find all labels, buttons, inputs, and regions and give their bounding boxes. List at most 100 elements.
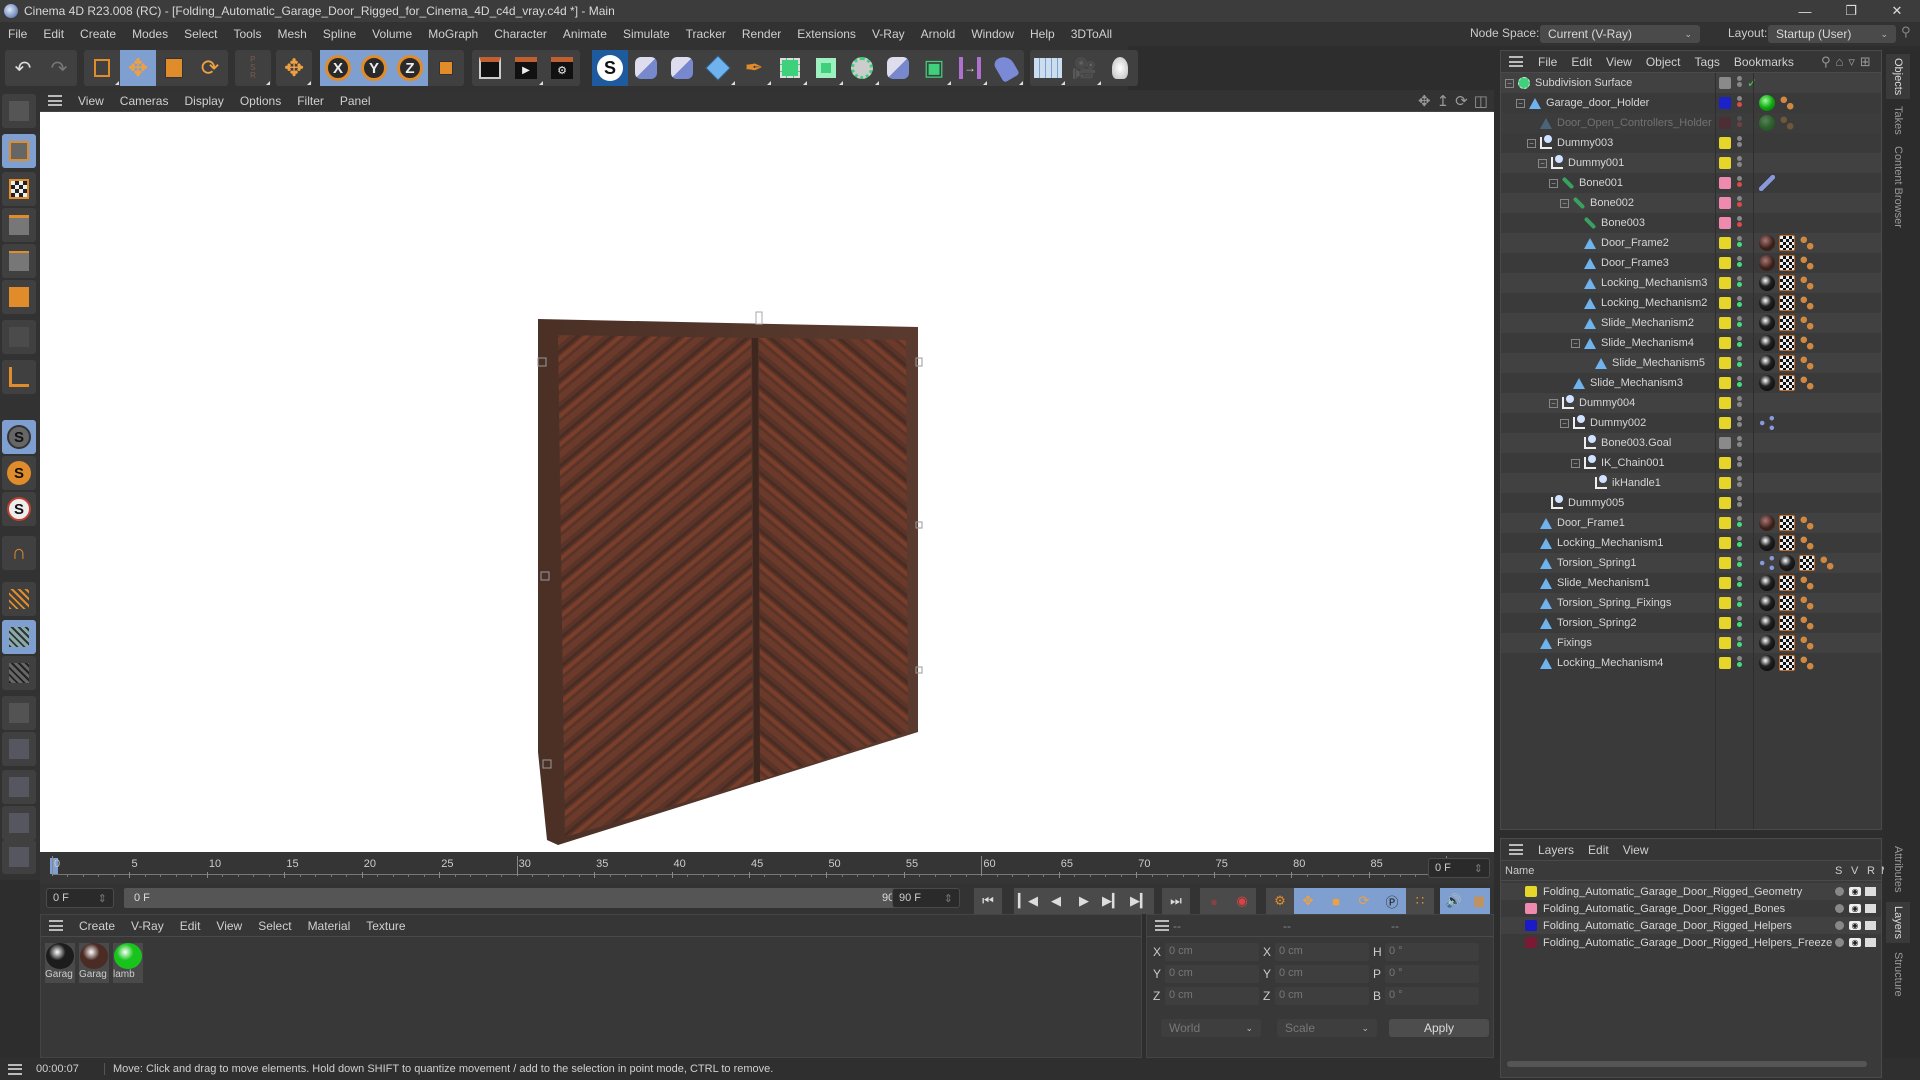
object-name[interactable]: Locking_Mechanism1	[1557, 537, 1663, 549]
x-axis-button[interactable]: X	[320, 50, 356, 86]
collapse-toggle-icon[interactable]: −	[1527, 138, 1536, 148]
checker-tag-icon[interactable]	[1779, 535, 1795, 551]
solo-toggle-icon[interactable]	[1835, 887, 1844, 896]
layer-menu-edit[interactable]: Edit	[1581, 843, 1616, 857]
material-menu-create[interactable]: Create	[71, 919, 123, 933]
3d-viewport[interactable]	[40, 112, 1494, 852]
collapse-toggle-icon[interactable]: −	[1538, 158, 1547, 168]
previous-key-button[interactable]: ▎◀	[1014, 888, 1042, 914]
layer-color-swatch[interactable]	[1719, 197, 1731, 209]
rotate-view-icon[interactable]: ⟳	[1455, 92, 1468, 110]
object-row[interactable]: Locking_Mechanism1	[1501, 533, 1881, 553]
object-row[interactable]: Slide_Mechanism2	[1501, 313, 1881, 333]
viewport-menu-options[interactable]: Options	[232, 94, 289, 108]
layer-color-swatch[interactable]	[1719, 657, 1731, 669]
coord-field[interactable]: 0 cm	[1165, 987, 1259, 1005]
layer-color-swatch[interactable]	[1719, 177, 1731, 189]
object-name[interactable]: Bone001	[1579, 177, 1623, 189]
checker-tag-icon[interactable]	[1779, 515, 1795, 531]
visibility-dots[interactable]	[1737, 655, 1743, 671]
menu-modes[interactable]: Modes	[124, 27, 176, 41]
black-mat-tag-icon[interactable]	[1759, 375, 1775, 391]
visibility-dots[interactable]	[1737, 475, 1743, 491]
layer-name[interactable]: Folding_Automatic_Garage_Door_Rigged_Geo…	[1543, 886, 1802, 898]
menu-extensions[interactable]: Extensions	[789, 27, 864, 41]
dots-tag-icon[interactable]	[1799, 335, 1815, 351]
column-render[interactable]: R	[1867, 865, 1875, 877]
coordinate-space-dropdown[interactable]: World ⌄	[1161, 1019, 1261, 1037]
green-mat-tag-icon[interactable]	[1759, 115, 1775, 131]
visibility-dots[interactable]	[1737, 635, 1743, 651]
checker-tag-icon[interactable]	[1779, 655, 1795, 671]
object-name[interactable]: Locking_Mechanism3	[1601, 277, 1707, 289]
visibility-dots[interactable]	[1737, 275, 1743, 291]
subdivision-surface-button[interactable]	[772, 50, 808, 86]
object-menu-file[interactable]: File	[1531, 55, 1564, 69]
constraint-tag-icon[interactable]	[1759, 415, 1775, 431]
python-button-1[interactable]	[628, 50, 664, 86]
visibility-dots[interactable]	[1737, 415, 1743, 431]
object-name[interactable]: Door_Open_Controllers_Holder	[1557, 117, 1712, 129]
black-mat-tag-icon[interactable]	[1759, 295, 1775, 311]
layer-color-swatch[interactable]	[1719, 417, 1731, 429]
dots-tag-icon[interactable]	[1799, 275, 1815, 291]
menu-v-ray[interactable]: V-Ray	[864, 27, 913, 41]
workplane-rotate-button[interactable]	[2, 656, 36, 690]
object-row[interactable]: Torsion_Spring2	[1501, 613, 1881, 633]
dots-tag-icon[interactable]	[1799, 295, 1815, 311]
go-to-end-button[interactable]: ⏭	[1162, 888, 1190, 914]
checker-tag-icon[interactable]	[1779, 635, 1795, 651]
dots-tag-icon[interactable]	[1779, 95, 1795, 111]
play-button[interactable]: ▶	[1070, 888, 1098, 914]
tab-layers[interactable]: Layers	[1886, 902, 1910, 944]
layer-color-swatch[interactable]	[1719, 317, 1731, 329]
scale-button[interactable]	[156, 50, 192, 86]
layer-menu-layers[interactable]: Layers	[1531, 843, 1581, 857]
layer-color-swatch[interactable]	[1719, 457, 1731, 469]
menu-character[interactable]: Character	[486, 27, 555, 41]
black-mat-tag-icon[interactable]	[1759, 655, 1775, 671]
black-mat-tag-icon[interactable]	[1759, 615, 1775, 631]
dots-tag-icon[interactable]	[1799, 575, 1815, 591]
brown-mat-tag-icon[interactable]	[1759, 515, 1775, 531]
key-pla-button[interactable]: ∷	[1406, 888, 1434, 914]
dots-tag-icon[interactable]	[1799, 255, 1815, 271]
material-swatch[interactable]: Garag	[45, 943, 75, 983]
status-menu-icon[interactable]	[8, 1063, 22, 1075]
collapse-toggle-icon[interactable]: −	[1560, 198, 1569, 208]
render-toggle-icon[interactable]	[1865, 921, 1876, 930]
layer-color-swatch[interactable]	[1525, 903, 1537, 914]
tab-attributes[interactable]: Attributes	[1892, 846, 1904, 892]
object-row[interactable]: − Slide_Mechanism4	[1501, 333, 1881, 353]
menu-simulate[interactable]: Simulate	[615, 27, 678, 41]
ik-tag-icon[interactable]	[1759, 175, 1775, 191]
minimize-button[interactable]: —	[1782, 0, 1828, 22]
visibility-dots[interactable]	[1737, 555, 1743, 571]
layer-color-swatch[interactable]	[1719, 297, 1731, 309]
black-mat-tag-icon[interactable]	[1779, 555, 1795, 571]
visibility-dots[interactable]	[1737, 95, 1743, 111]
checker-tag-icon[interactable]	[1779, 355, 1795, 371]
layer-menu-icon[interactable]	[1509, 844, 1523, 855]
layer-color-swatch[interactable]	[1719, 537, 1731, 549]
object-menu-icon[interactable]	[1509, 56, 1523, 67]
render-toggle-icon[interactable]	[1865, 887, 1876, 896]
checker-tag-icon[interactable]	[1779, 255, 1795, 271]
horizontal-scrollbar[interactable]	[1507, 1061, 1867, 1067]
object-row[interactable]: Door_Frame2	[1501, 233, 1881, 253]
object-row[interactable]: − Dummy002	[1501, 413, 1881, 433]
visibility-dots[interactable]	[1737, 155, 1743, 171]
layer-color-swatch[interactable]	[1719, 577, 1731, 589]
coord-field[interactable]: 0 cm	[1275, 987, 1369, 1005]
layer-color-swatch[interactable]	[1719, 597, 1731, 609]
checker-tag-icon[interactable]	[1779, 375, 1795, 391]
object-row[interactable]: Door_Frame3	[1501, 253, 1881, 273]
layer-color-swatch[interactable]	[1719, 357, 1731, 369]
key-parameter-button[interactable]: Ⓟ	[1378, 888, 1406, 914]
visibility-dots[interactable]	[1737, 75, 1743, 91]
object-name[interactable]: Door_Frame2	[1601, 237, 1669, 249]
menu-tools[interactable]: Tools	[225, 27, 269, 41]
layer-color-swatch[interactable]	[1719, 337, 1731, 349]
layer-color-swatch[interactable]	[1719, 437, 1731, 449]
checker-tag-icon[interactable]	[1779, 575, 1795, 591]
